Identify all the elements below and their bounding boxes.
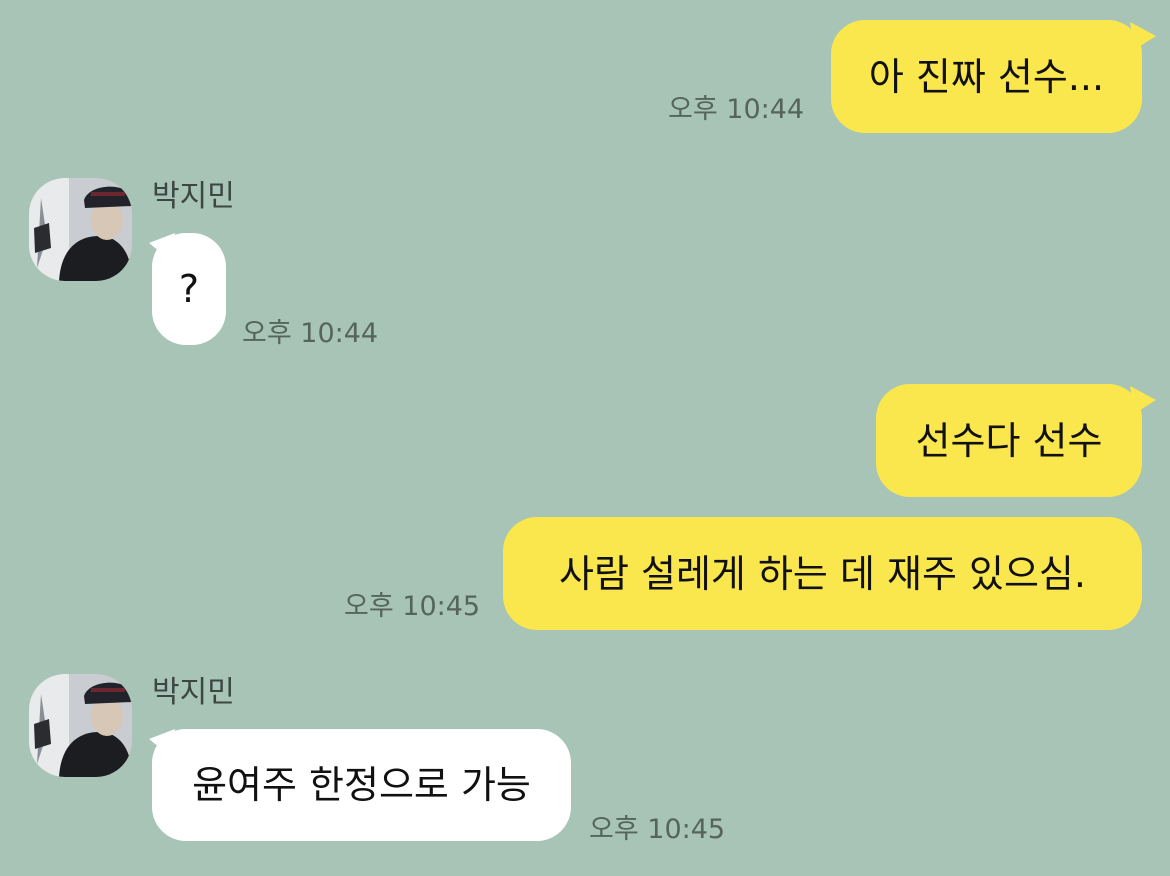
message-timestamp: 오후 10:44 bbox=[668, 94, 805, 125]
bubble-tail bbox=[1130, 386, 1156, 414]
profile-photo-icon bbox=[29, 178, 132, 281]
message-text: 아 진짜 선수... bbox=[868, 54, 1105, 99]
sender-name: 박지민 bbox=[152, 675, 235, 710]
my-message-bubble[interactable]: 사람 설레게 하는 데 재주 있으심. bbox=[503, 517, 1142, 630]
bubble-tail bbox=[1130, 22, 1156, 50]
profile-photo-icon bbox=[29, 674, 132, 777]
message-text: ? bbox=[178, 267, 200, 311]
bubble-tail bbox=[149, 233, 175, 261]
message-text: 선수다 선수 bbox=[915, 418, 1103, 463]
friend-avatar[interactable] bbox=[29, 178, 132, 281]
message-timestamp: 오후 10:45 bbox=[589, 814, 726, 845]
my-message-bubble[interactable]: 아 진짜 선수... bbox=[831, 20, 1142, 133]
friend-message-bubble[interactable]: 윤여주 한정으로 가능 bbox=[152, 729, 571, 841]
message-timestamp: 오후 10:45 bbox=[344, 591, 481, 622]
message-timestamp: 오후 10:44 bbox=[242, 318, 379, 349]
friend-avatar[interactable] bbox=[29, 674, 132, 777]
message-text: 윤여주 한정으로 가능 bbox=[192, 763, 531, 807]
my-message-bubble[interactable]: 선수다 선수 bbox=[876, 384, 1142, 497]
bubble-tail bbox=[149, 729, 175, 757]
sender-name: 박지민 bbox=[152, 179, 235, 214]
message-text: 사람 설레게 하는 데 재주 있으심. bbox=[559, 551, 1086, 596]
